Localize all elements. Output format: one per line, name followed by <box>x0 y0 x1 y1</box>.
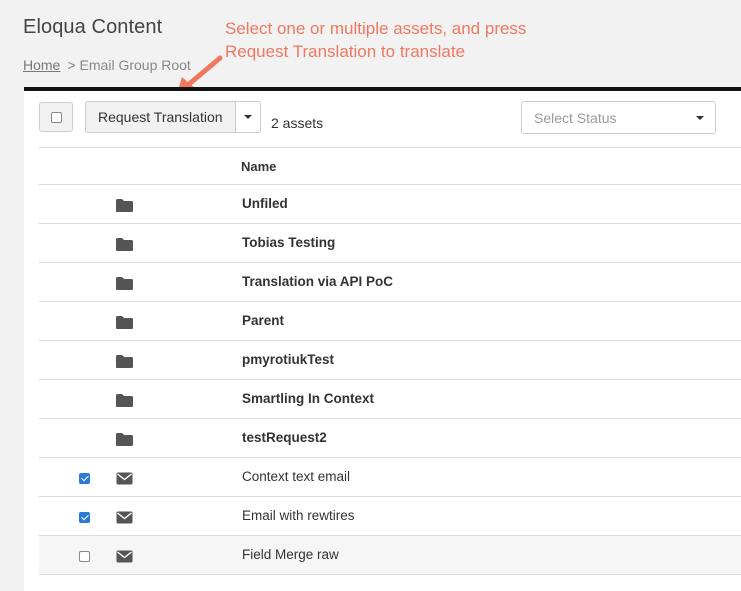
row-name[interactable]: Unfiled <box>242 196 288 211</box>
folder-icon <box>115 354 134 374</box>
table-row[interactable]: Smartling In Context <box>39 380 741 419</box>
row-name[interactable]: Tobias Testing <box>242 235 335 250</box>
table-row[interactable]: Context text email <box>39 458 741 497</box>
row-name[interactable]: pmyrotiukTest <box>242 352 334 367</box>
row-name[interactable]: Translation via API PoC <box>242 274 393 289</box>
folder-icon <box>115 237 134 257</box>
name-column-header[interactable]: Name <box>241 159 276 174</box>
row-name[interactable]: Field Merge raw <box>242 547 339 562</box>
row-name[interactable]: testRequest2 <box>242 430 327 445</box>
assets-table: Name Unfiled Tobias Testing Translation vi… <box>39 147 741 575</box>
folder-icon <box>115 432 134 452</box>
row-checkbox[interactable] <box>79 551 90 562</box>
status-select[interactable]: Select Status <box>521 101 716 134</box>
folder-icon <box>115 315 134 335</box>
breadcrumb-separator: > <box>67 57 76 73</box>
annotation-line-2: Request Translation to translate <box>225 42 466 61</box>
toolbar: Request Translation 2 assets Select Stat… <box>24 91 741 147</box>
table-row[interactable]: Translation via API PoC <box>39 263 741 302</box>
chevron-down-icon <box>696 116 704 120</box>
envelope-icon <box>116 550 133 568</box>
help-annotation: Select one or multiple assets, and press… <box>225 17 526 63</box>
envelope-icon <box>116 472 133 490</box>
folder-icon <box>115 276 134 296</box>
table-row[interactable]: Email with rewtires <box>39 497 741 536</box>
request-translation-button[interactable]: Request Translation <box>85 101 236 133</box>
row-checkbox[interactable] <box>79 473 90 484</box>
chevron-down-icon <box>243 115 252 119</box>
table-row[interactable]: Tobias Testing <box>39 224 741 263</box>
row-name[interactable]: Context text email <box>242 469 350 484</box>
request-translation-group: Request Translation <box>85 101 261 133</box>
app-title: Eloqua Content <box>23 16 163 38</box>
table-row[interactable]: pmyrotiukTest <box>39 341 741 380</box>
annotation-line-1: Select one or multiple assets, and press <box>225 19 527 38</box>
table-body: Unfiled Tobias Testing Translation via API… <box>39 185 741 575</box>
select-all-checkbox[interactable] <box>51 112 62 123</box>
table-row[interactable]: testRequest2 <box>39 419 741 458</box>
folder-icon <box>115 198 134 218</box>
table-row[interactable]: Unfiled <box>39 185 741 224</box>
envelope-icon <box>116 511 133 529</box>
table-row[interactable]: Field Merge raw <box>39 536 741 575</box>
table-header: Name <box>39 147 741 185</box>
breadcrumb: Home > Email Group Root <box>23 57 191 73</box>
folder-icon <box>115 393 134 413</box>
row-checkbox[interactable] <box>79 512 90 523</box>
breadcrumb-current: Email Group Root <box>79 57 191 73</box>
breadcrumb-home-link[interactable]: Home <box>23 57 60 73</box>
select-all-button[interactable] <box>39 102 73 132</box>
row-name[interactable]: Parent <box>242 313 284 328</box>
table-row[interactable]: Parent <box>39 302 741 341</box>
request-translation-dropdown-button[interactable] <box>235 101 261 133</box>
row-name[interactable]: Smartling In Context <box>242 391 374 406</box>
row-name[interactable]: Email with rewtires <box>242 508 355 523</box>
asset-count: 2 assets <box>271 115 324 131</box>
content-panel: Request Translation 2 assets Select Stat… <box>24 87 741 591</box>
status-select-placeholder: Select Status <box>534 110 617 126</box>
